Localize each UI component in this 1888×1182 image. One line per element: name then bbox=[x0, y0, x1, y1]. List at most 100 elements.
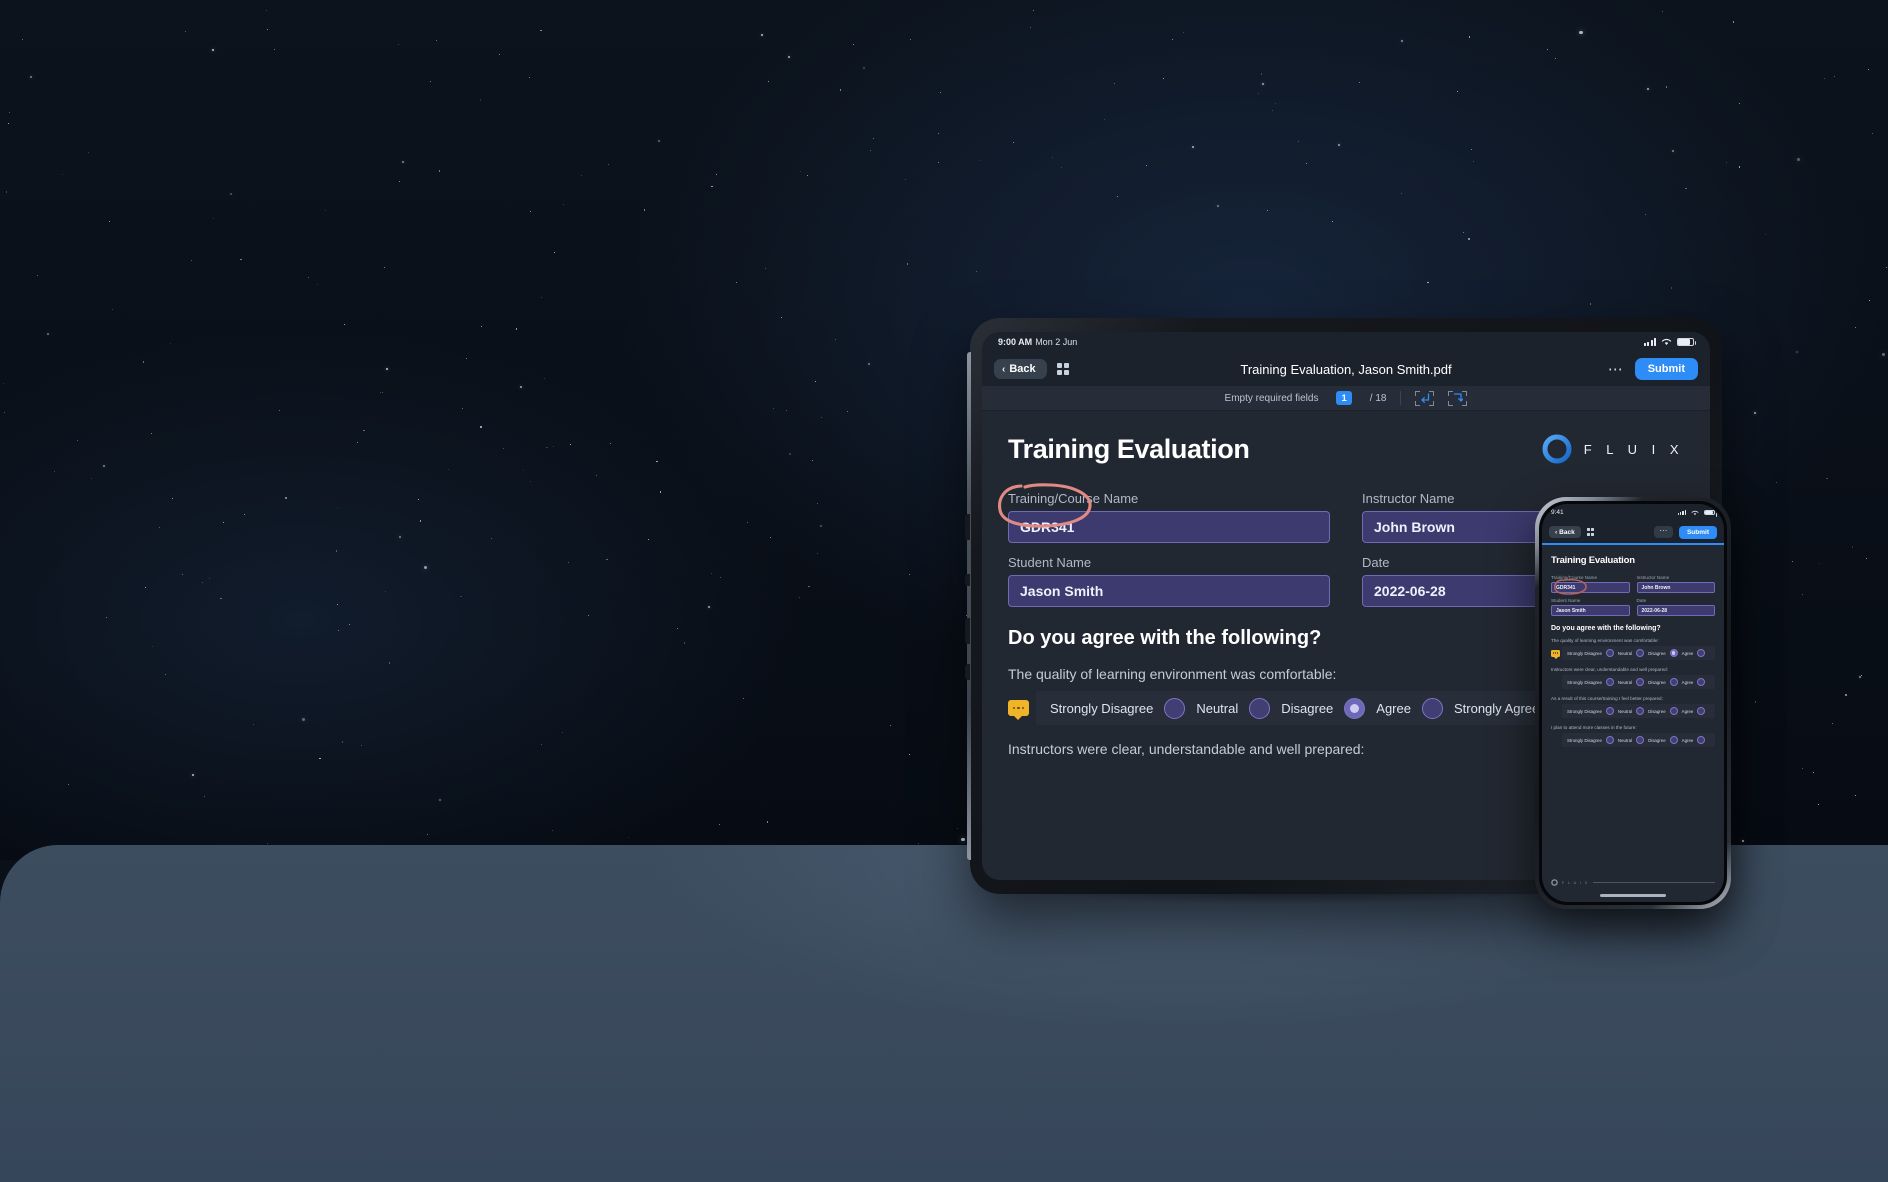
phone-section-heading: Do you agree with the following? bbox=[1551, 625, 1661, 632]
phone-question-1: The quality of learning environment was … bbox=[1551, 638, 1715, 660]
comment-bubble-icon[interactable] bbox=[1008, 700, 1029, 720]
tablet-volume-up-button[interactable] bbox=[965, 514, 970, 540]
radio-agree[interactable] bbox=[1697, 707, 1706, 715]
radio-agree[interactable] bbox=[1421, 697, 1443, 719]
radio-agree[interactable] bbox=[1697, 649, 1706, 657]
scale-option-label: Strongly Disagree bbox=[1567, 679, 1602, 685]
battery-icon bbox=[1704, 509, 1717, 517]
radio-agree[interactable] bbox=[1697, 678, 1706, 686]
scale-option-label: Agree bbox=[1681, 679, 1694, 685]
phone-student-name-input[interactable]: Jason Smith bbox=[1551, 605, 1630, 616]
star bbox=[480, 426, 482, 428]
star bbox=[191, 773, 194, 776]
phone-footer: F L U I X bbox=[1551, 879, 1715, 886]
radio-neutral[interactable] bbox=[1249, 697, 1271, 719]
radio-agree[interactable] bbox=[1697, 736, 1706, 744]
training-course-name-input[interactable]: GDR341 bbox=[1008, 511, 1330, 543]
next-field-icon[interactable] bbox=[1448, 390, 1468, 406]
grid-thumbnails-icon[interactable] bbox=[1586, 528, 1595, 536]
rating-scale[interactable]: Strongly Disagree Neutral Disagree Agree bbox=[1562, 646, 1715, 660]
scale-option-label: Neutral bbox=[1617, 737, 1633, 743]
star bbox=[906, 263, 909, 265]
tablet-power-button[interactable] bbox=[965, 664, 970, 680]
star bbox=[540, 743, 542, 745]
field-label: Date bbox=[1636, 598, 1647, 603]
star bbox=[1172, 38, 1174, 40]
grid-thumbnails-icon[interactable] bbox=[1056, 362, 1070, 376]
star bbox=[337, 629, 339, 631]
star bbox=[158, 526, 160, 528]
phone-submit-button[interactable]: Submit bbox=[1678, 525, 1717, 539]
radio-strongly-disagree[interactable] bbox=[1605, 736, 1614, 744]
field-label: Student Name bbox=[1551, 598, 1581, 603]
star bbox=[1845, 694, 1847, 696]
phone-status-time: 9:41 bbox=[1551, 509, 1564, 516]
star bbox=[609, 443, 611, 444]
radio-neutral[interactable] bbox=[1636, 649, 1645, 657]
star bbox=[447, 468, 449, 470]
radio-strongly-disagree[interactable] bbox=[1605, 707, 1614, 715]
tablet-volume-down-button[interactable] bbox=[965, 618, 970, 644]
star bbox=[869, 149, 871, 151]
star bbox=[1579, 30, 1583, 34]
rating-scale[interactable]: Strongly Disagree Neutral Disagree Agree bbox=[1562, 704, 1715, 718]
fluix-ring-logo-icon bbox=[1551, 879, 1558, 886]
star bbox=[379, 391, 381, 393]
star bbox=[975, 271, 977, 272]
star bbox=[37, 274, 38, 276]
star bbox=[820, 417, 822, 418]
rating-scale[interactable]: Strongly Disagree Neutral Disagree Agree bbox=[1562, 733, 1715, 747]
previous-field-icon[interactable] bbox=[1415, 390, 1435, 406]
radio-disagree[interactable] bbox=[1344, 697, 1366, 719]
star bbox=[1032, 9, 1034, 11]
star bbox=[1260, 73, 1263, 75]
radio-disagree[interactable] bbox=[1669, 707, 1678, 715]
star bbox=[711, 185, 713, 188]
comment-bubble-icon[interactable] bbox=[1551, 649, 1560, 659]
star bbox=[1297, 140, 1299, 142]
radio-neutral[interactable] bbox=[1636, 707, 1645, 715]
star bbox=[1885, 266, 1887, 268]
star bbox=[466, 357, 468, 359]
radio-neutral[interactable] bbox=[1636, 736, 1645, 744]
tablet-small-button[interactable] bbox=[965, 574, 970, 586]
phone-training-course-name-input[interactable]: GDR341 bbox=[1551, 582, 1630, 593]
phone-back-button[interactable]: ‹ Back bbox=[1549, 526, 1581, 538]
status-time: 9:00 AM bbox=[998, 337, 1033, 347]
phone-pdf-canvas[interactable]: Training Evaluation Training/Course Name… bbox=[1542, 545, 1724, 902]
phone-instructor-name-input[interactable]: John Brown bbox=[1636, 582, 1715, 593]
document-title: Training Evaluation, Jason Smith.pdf bbox=[1240, 361, 1452, 377]
more-horizontal-icon[interactable]: ⋯ bbox=[1654, 525, 1673, 539]
required-fields-bar: Empty required fields 1 / 18 bbox=[982, 386, 1710, 411]
fluix-brand: F L U I X bbox=[1541, 433, 1684, 465]
submit-button[interactable]: Submit bbox=[1634, 358, 1698, 380]
star bbox=[1725, 161, 1727, 163]
star bbox=[787, 55, 790, 58]
star bbox=[780, 316, 782, 318]
more-horizontal-icon[interactable]: ⋯ bbox=[1608, 362, 1624, 377]
radio-strongly-disagree[interactable] bbox=[1164, 697, 1186, 719]
star bbox=[1851, 546, 1854, 548]
phone-back-label: Back bbox=[1559, 528, 1575, 536]
radio-strongly-disagree[interactable] bbox=[1605, 649, 1614, 657]
radio-disagree[interactable] bbox=[1669, 649, 1678, 657]
star bbox=[816, 552, 818, 554]
radio-neutral[interactable] bbox=[1636, 678, 1645, 686]
radio-disagree[interactable] bbox=[1669, 736, 1678, 744]
phone-home-indicator[interactable] bbox=[1600, 894, 1666, 897]
back-button[interactable]: ‹ Back bbox=[994, 359, 1047, 379]
phone-date-input[interactable]: 2022-06-28 bbox=[1636, 605, 1715, 616]
rating-scale[interactable]: Strongly Disagree Neutral Disagree Agree bbox=[1562, 675, 1715, 689]
star bbox=[1331, 220, 1333, 222]
star bbox=[659, 491, 662, 493]
star bbox=[529, 480, 531, 482]
radio-strongly-disagree[interactable] bbox=[1605, 678, 1614, 686]
scale-option-label: Disagree bbox=[1648, 737, 1666, 743]
radio-disagree[interactable] bbox=[1669, 678, 1678, 686]
star bbox=[112, 308, 113, 310]
scale-option-label: Disagree bbox=[1648, 708, 1666, 714]
phone-form-title: Training Evaluation bbox=[1551, 555, 1635, 566]
star bbox=[423, 565, 427, 570]
star bbox=[580, 174, 582, 176]
student-name-input[interactable]: Jason Smith bbox=[1008, 575, 1330, 607]
